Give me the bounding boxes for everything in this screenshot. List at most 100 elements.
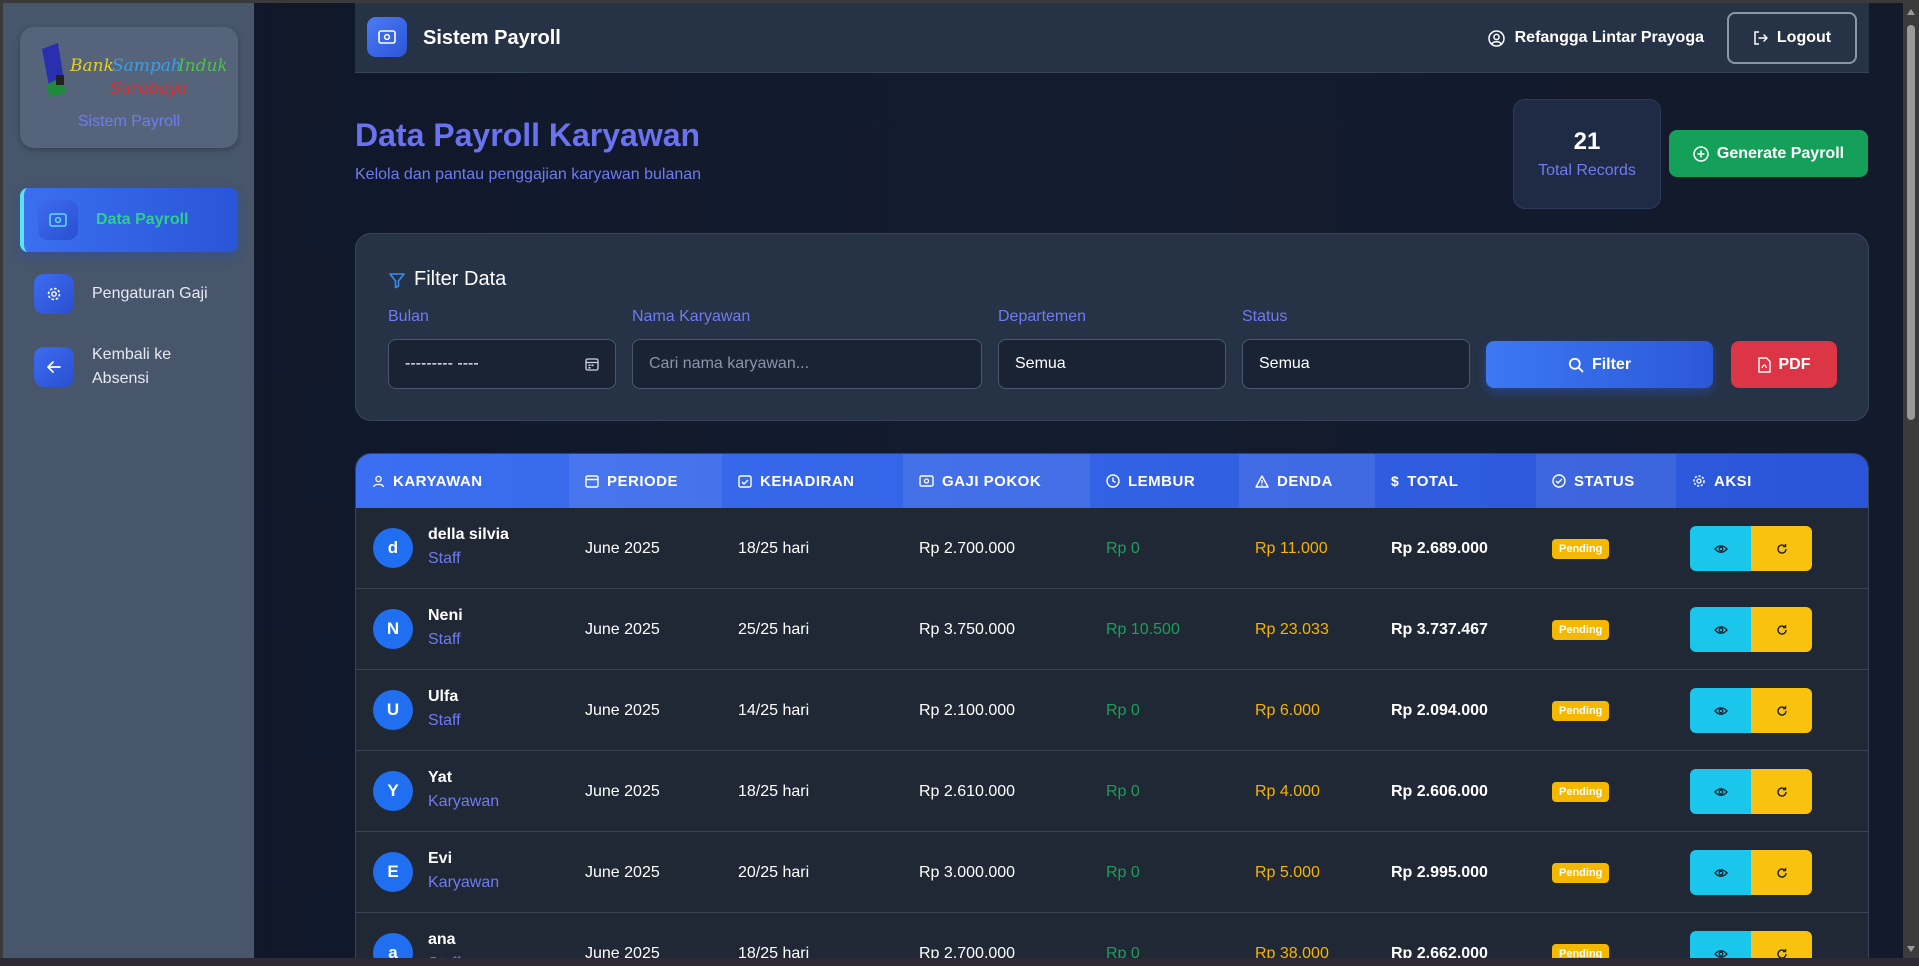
eye-icon	[1713, 625, 1728, 634]
col-label: STATUS	[1574, 472, 1635, 490]
sidebar-item-pengaturan-gaji[interactable]: Pengaturan Gaji	[20, 270, 238, 318]
records-label: Total Records	[1538, 162, 1636, 179]
calendar-icon[interactable]	[585, 357, 599, 371]
status-badge: Pending	[1552, 943, 1610, 958]
refresh-icon	[1776, 705, 1787, 716]
user-menu[interactable]: Refangga Lintar Prayoga	[1487, 29, 1704, 47]
view-button[interactable]	[1690, 526, 1751, 571]
col-gaji-pokok[interactable]: GAJI POKOK	[903, 454, 1090, 508]
calendar-check-icon	[738, 475, 752, 488]
bank-sampah-logo: Bank Sampah Induk Surabaya	[42, 43, 226, 97]
kehadiran-cell: 25/25 hari	[738, 620, 810, 638]
recalculate-button[interactable]	[1751, 607, 1812, 652]
kehadiran-cell: 18/25 hari	[738, 539, 810, 557]
page-scrollbar[interactable]	[1903, 3, 1919, 958]
money-icon	[919, 475, 934, 487]
pdf-button[interactable]: PDF	[1731, 341, 1837, 388]
filter-card: Filter Data Bulan --------- ---- Nama Ka…	[355, 233, 1869, 421]
plus-circle-icon	[1693, 145, 1709, 162]
eye-icon	[1713, 787, 1728, 796]
lembur-cell: Rp 10.500	[1106, 620, 1180, 638]
lembur-cell: Rp 0	[1106, 539, 1140, 557]
recalculate-button[interactable]	[1751, 850, 1812, 895]
total-cell: Rp 2.606.000	[1391, 782, 1488, 800]
recalculate-button[interactable]	[1751, 526, 1812, 571]
table-row[interactable]: U Ulfa Staff June 2025 14/25 hari Rp 2.100.00…	[356, 670, 1868, 751]
sidebar-item-data-payroll[interactable]: Data Payroll	[20, 188, 238, 252]
svg-text:Surabaya: Surabaya	[110, 78, 187, 97]
page-title: Data Payroll Karyawan	[355, 117, 701, 153]
arrow-left-icon	[34, 347, 74, 387]
col-label: TOTAL	[1407, 472, 1459, 490]
scroll-up-arrow[interactable]	[1907, 9, 1915, 15]
view-button[interactable]	[1690, 607, 1751, 652]
sidebar-item-label: Data Payroll	[96, 211, 189, 228]
logout-button[interactable]: Logout	[1727, 12, 1857, 64]
col-total[interactable]: $ TOTAL	[1375, 454, 1536, 508]
recalculate-button[interactable]	[1751, 688, 1812, 733]
status-select[interactable]: Semua	[1242, 339, 1470, 389]
gaji-pokok-cell: Rp 2.700.000	[919, 539, 1016, 557]
filter-button[interactable]: Filter	[1486, 341, 1713, 388]
col-karyawan[interactable]: KARYAWAN	[356, 454, 569, 508]
refresh-icon	[1776, 543, 1787, 554]
bulan-month-input[interactable]: --------- ----	[388, 339, 616, 389]
lembur-cell: Rp 0	[1106, 701, 1140, 719]
col-label: KARYAWAN	[393, 472, 483, 490]
row-actions	[1690, 688, 1812, 733]
total-records-card: 21 Total Records	[1513, 99, 1661, 209]
calendar-icon	[585, 475, 599, 488]
row-actions	[1690, 526, 1812, 571]
table-row[interactable]: d della silvia Staff June 2025 18/25 hari Rp …	[356, 508, 1868, 589]
generate-payroll-button[interactable]: Generate Payroll	[1669, 130, 1868, 177]
refresh-icon	[1776, 624, 1787, 635]
denda-cell: Rp 38.000	[1255, 944, 1329, 959]
employee-name: Evi	[428, 850, 453, 867]
periode-cell: June 2025	[585, 701, 660, 719]
col-label: GAJI POKOK	[942, 472, 1042, 490]
table-row[interactable]: aanaStaffJune 202518/25 hariRp 2.700.000…	[356, 913, 1868, 959]
recalculate-button[interactable]	[1751, 769, 1812, 814]
row-actions	[1690, 769, 1812, 814]
refresh-icon	[1776, 867, 1787, 878]
kehadiran-cell: 18/25 hari	[738, 944, 810, 959]
table-row[interactable]: E Evi Karyawan June 2025 20/25 hari Rp 3.000.…	[356, 832, 1868, 913]
gaji-pokok-cell: Rp 2.610.000	[919, 782, 1016, 800]
departemen-select[interactable]: Semua	[998, 339, 1226, 389]
col-label: LEMBUR	[1128, 472, 1196, 490]
money-icon	[367, 17, 407, 57]
check-circle-icon	[1552, 474, 1566, 488]
payroll-table: KARYAWAN PERIODE KEHADIRAN GAJI POKOK LE…	[355, 453, 1869, 958]
employee-name: ana	[428, 931, 456, 948]
table-row[interactable]: N Neni Staff June 2025 25/25 hari Rp 3.750.00…	[356, 589, 1868, 670]
col-lembur[interactable]: LEMBUR	[1090, 454, 1239, 508]
status-badge: Pending	[1552, 781, 1610, 802]
nama-karyawan-input[interactable]: Cari nama karyawan...	[632, 339, 982, 389]
periode-cell: June 2025	[585, 782, 660, 800]
employee-name: Neni	[428, 607, 463, 624]
app-title: Sistem Payroll	[423, 27, 561, 49]
scroll-down-arrow[interactable]	[1907, 946, 1915, 952]
scroll-thumb[interactable]	[1907, 25, 1915, 420]
view-button[interactable]	[1690, 931, 1751, 958]
gear-icon	[34, 274, 74, 314]
view-button[interactable]	[1690, 850, 1751, 895]
periode-cell: June 2025	[585, 944, 660, 959]
total-cell: Rp 2.662.000	[1391, 944, 1488, 959]
col-periode[interactable]: PERIODE	[569, 454, 722, 508]
col-aksi[interactable]: AKSI	[1676, 454, 1868, 508]
view-button[interactable]	[1690, 688, 1751, 733]
denda-cell: Rp 11.000	[1255, 539, 1328, 557]
total-cell: Rp 2.094.000	[1391, 701, 1488, 719]
employee-role: Staff	[428, 550, 461, 567]
taskbar-strip	[0, 958, 1919, 966]
col-denda[interactable]: DENDA	[1239, 454, 1375, 508]
recalculate-button[interactable]	[1751, 931, 1812, 958]
status-badge: Pending	[1552, 538, 1610, 559]
table-row[interactable]: Y Yat Karyawan June 2025 18/25 hari Rp 2.610.…	[356, 751, 1868, 832]
sidebar-item-kembali-absensi[interactable]: Kembali ke Absensi	[20, 341, 238, 393]
col-kehadiran[interactable]: KEHADIRAN	[722, 454, 903, 508]
col-status[interactable]: STATUS	[1536, 454, 1676, 508]
view-button[interactable]	[1690, 769, 1751, 814]
avatar: U	[373, 690, 413, 730]
